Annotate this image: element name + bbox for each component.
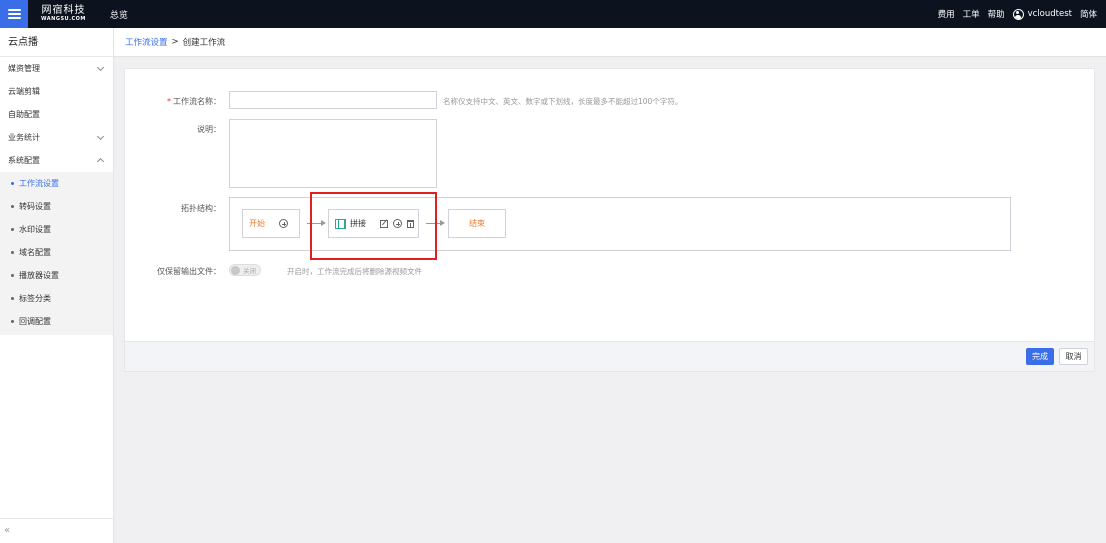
description-textarea[interactable] [229, 119, 437, 188]
sidebar-item-label: 系统配置 [8, 156, 40, 165]
topology-label: 拓扑结构： [181, 204, 221, 213]
chevron-down-icon [96, 132, 105, 141]
sidebar-item-cloud-edit[interactable]: 云端剪辑 [0, 80, 113, 103]
logo[interactable]: 网宿科技 WANGSU.COM [41, 6, 86, 22]
sidebar-item-label: 自助配置 [8, 110, 40, 119]
sidebar-item-label: 云端剪辑 [8, 87, 40, 96]
description-label: 说明： [197, 125, 221, 134]
sidebar: 云点播 媒资管理 云端剪辑 自助配置 业务统计 系统配置 工作流设置 转码设置 … [0, 28, 114, 543]
top-right-nav: 费用 工单 帮助 vcloudtest 简体 [938, 0, 1097, 28]
keep-output-hint: 开启时，工作流完成后将删除源视频文件 [287, 267, 422, 276]
workflow-name-label: * 工作流名称： [141, 96, 221, 107]
nav-fees[interactable]: 费用 [938, 8, 955, 20]
user-menu[interactable]: vcloudtest [1012, 8, 1072, 20]
sidebar-title: 云点播 [0, 28, 113, 57]
sidebar-submenu: 工作流设置 转码设置 水印设置 域名配置 播放器设置 标签分类 回调配置 [0, 172, 113, 335]
breadcrumb: 工作流设置 > 创建工作流 [114, 28, 1106, 57]
logo-text-en: WANGSU.COM [41, 16, 86, 22]
user-avatar-icon [1012, 8, 1024, 20]
username: vcloudtest [1027, 9, 1072, 19]
sidebar-subitem-transcode[interactable]: 转码设置 [0, 195, 113, 218]
workflow-name-hint: 名称仅支持中文、英文、数字或下划线，长度最多不能超过100个字符。 [443, 97, 683, 106]
keep-output-label: 仅保留输出文件： [157, 267, 221, 276]
toggle-knob [231, 265, 240, 275]
workflow-name-label-text: 工作流名称： [173, 97, 221, 106]
finish-button[interactable]: 完成 [1026, 348, 1054, 365]
hamburger-icon [7, 9, 21, 19]
sidebar-subitem-callback[interactable]: 回调配置 [0, 310, 113, 333]
node-end[interactable]: 结束 [448, 209, 506, 238]
workflow-form-panel: * 工作流名称： 名称仅支持中文、英文、数字或下划线，长度最多不能超过100个字符… [124, 68, 1095, 372]
menu-button[interactable] [0, 0, 28, 28]
sidebar-item-statistics[interactable]: 业务统计 [0, 126, 113, 149]
sidebar-subitem-domain[interactable]: 域名配置 [0, 241, 113, 264]
workflow-name-input[interactable] [229, 91, 437, 109]
sidebar-item-label: 媒资管理 [8, 64, 40, 73]
node-start[interactable]: 开始 [242, 209, 300, 238]
breadcrumb-parent-link[interactable]: 工作流设置 [125, 36, 168, 48]
sidebar-subitem-tags[interactable]: 标签分类 [0, 287, 113, 310]
sidebar-item-media[interactable]: 媒资管理 [0, 57, 113, 80]
sidebar-subitem-player[interactable]: 播放器设置 [0, 264, 113, 287]
breadcrumb-separator: > [171, 37, 179, 47]
cancel-button[interactable]: 取消 [1059, 348, 1088, 365]
nav-overview[interactable]: 总览 [110, 8, 128, 21]
chevron-down-icon [96, 63, 105, 72]
nav-help[interactable]: 帮助 [988, 8, 1005, 20]
breadcrumb-current: 创建工作流 [182, 38, 226, 48]
toggle-state-text: 关闭 [243, 267, 256, 275]
logo-text-cn: 网宿科技 [41, 5, 86, 16]
double-chevron-left-icon: « [4, 525, 11, 536]
nav-tickets[interactable]: 工单 [963, 8, 980, 20]
sidebar-item-system-config[interactable]: 系统配置 [0, 149, 113, 172]
sidebar-item-label: 业务统计 [8, 133, 40, 142]
node-start-label: 开始 [249, 219, 265, 228]
top-bar: 网宿科技 WANGSU.COM 总览 费用 工单 帮助 vcloudtest 简… [0, 0, 1106, 28]
highlight-annotation-box [310, 192, 437, 260]
required-mark: * [167, 97, 171, 106]
add-circle-icon[interactable] [279, 219, 288, 228]
form-footer: 完成 取消 [125, 341, 1094, 371]
sidebar-item-self-config[interactable]: 自助配置 [0, 103, 113, 126]
sidebar-collapse-button[interactable]: « [0, 518, 113, 543]
keep-output-toggle[interactable]: 关闭 [229, 264, 261, 276]
language-switch[interactable]: 简体 [1080, 8, 1097, 20]
chevron-up-icon [96, 157, 105, 166]
node-end-label: 结束 [469, 219, 485, 228]
sidebar-subitem-workflow[interactable]: 工作流设置 [0, 172, 113, 195]
sidebar-subitem-watermark[interactable]: 水印设置 [0, 218, 113, 241]
